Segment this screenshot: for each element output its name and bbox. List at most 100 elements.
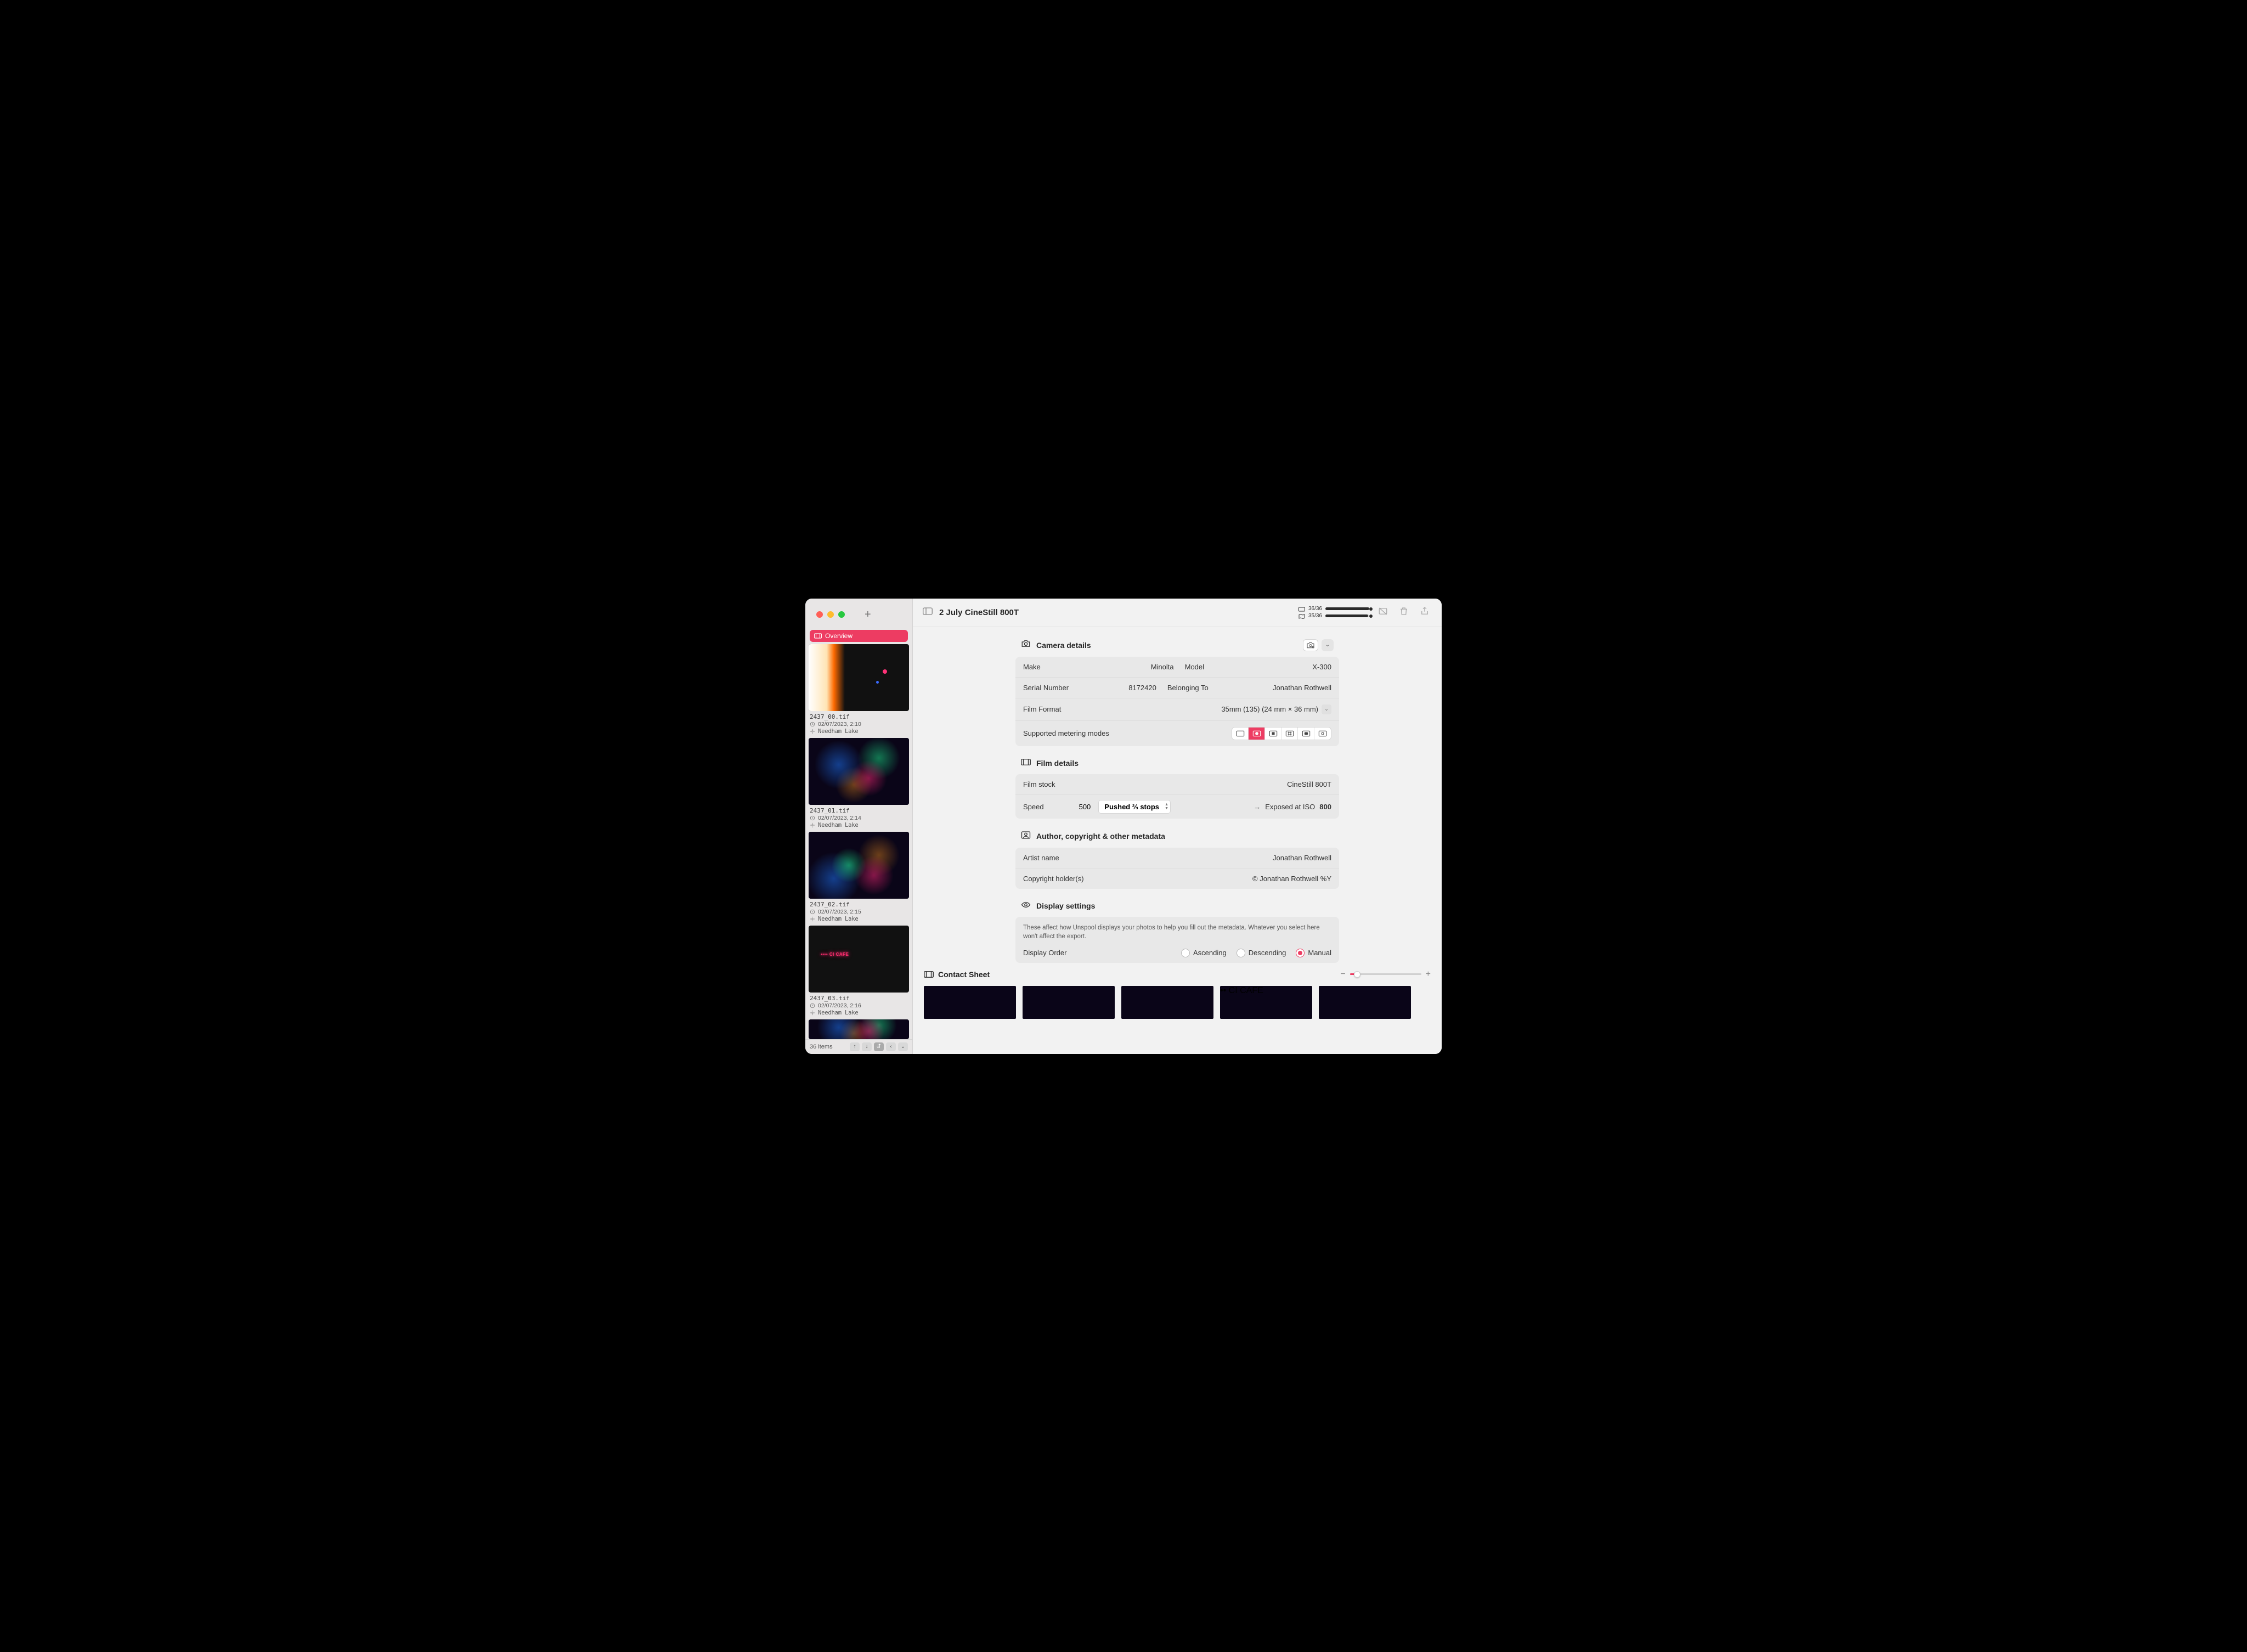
display-order-row: Display Order Ascending Descending xyxy=(1015,943,1339,963)
sidebar-scroll[interactable]: 2437_00.tif 02/07/2023, 2:10 Needham Lak… xyxy=(805,644,912,1039)
display-section-header: Display settings xyxy=(1015,899,1339,917)
photo-card[interactable]: 2437_02.tif 02/07/2023, 2:15 Needham Lak… xyxy=(809,832,909,922)
sort-mode-button[interactable]: ⇵ xyxy=(874,1042,884,1051)
metering-mode-center[interactable] xyxy=(1249,728,1265,740)
push-value: Pushed ⅔ stops xyxy=(1104,803,1159,811)
sidebar-footer: 36 items ↑ ↓ ⇵ ‹ ⌄ xyxy=(805,1039,912,1054)
item-count: 36 items xyxy=(810,1044,833,1050)
display-note: These affect how Unspool displays your p… xyxy=(1015,917,1339,943)
artist-row: Artist name Jonathan Rothwell xyxy=(1015,848,1339,869)
belonging-value: Jonathan Rothwell xyxy=(1273,684,1331,692)
contact-sheet: Contact Sheet − + xyxy=(913,963,1442,1019)
model-value: X-300 xyxy=(1312,663,1331,671)
stepper-icon: ▲▼ xyxy=(1165,803,1168,810)
artist-label: Artist name xyxy=(1023,854,1059,862)
artist-value: Jonathan Rothwell xyxy=(1273,854,1331,862)
close-window-button[interactable] xyxy=(816,611,823,618)
clock-icon xyxy=(810,815,815,821)
photo-filename: 2437_00.tif xyxy=(810,713,908,720)
contact-thumb[interactable] xyxy=(1319,986,1411,1019)
counter-bottom: 35/36 xyxy=(1308,613,1322,619)
format-label: Film Format xyxy=(1023,705,1061,713)
stock-value: CineStill 800T xyxy=(1287,780,1331,788)
metering-mode-none[interactable] xyxy=(1232,728,1249,740)
camera-section-title: Camera details xyxy=(1036,641,1091,650)
chevron-down-icon[interactable]: ⌄ xyxy=(1322,704,1331,714)
main-scroll[interactable]: Camera details ⌄ Make Minolta xyxy=(913,627,1442,1054)
page-title: 2 July CineStill 800T xyxy=(939,608,1019,617)
metering-mode-spot[interactable] xyxy=(1265,728,1281,740)
photo-filename: 2437_03.tif xyxy=(810,995,908,1002)
photo-card[interactable]: 2437_00.tif 02/07/2023, 2:10 Needham Lak… xyxy=(809,644,909,735)
contact-thumb[interactable] xyxy=(924,986,1016,1019)
chevron-left-button[interactable]: ‹ xyxy=(886,1042,896,1051)
sort-down-button[interactable]: ↓ xyxy=(862,1042,872,1051)
toggle-sidebar-button[interactable] xyxy=(923,607,933,618)
photo-meta: 2437_03.tif 02/07/2023, 2:16 Needham Lak… xyxy=(809,993,909,1016)
film-row-speed: Speed 500 Pushed ⅔ stops ▲▼ → Exposed at… xyxy=(1015,795,1339,819)
fullscreen-window-button[interactable] xyxy=(838,611,845,618)
radio-icon xyxy=(1296,949,1305,957)
push-stops-select[interactable]: Pushed ⅔ stops ▲▼ xyxy=(1098,800,1171,814)
film-icon xyxy=(1021,758,1031,769)
chevron-down-button[interactable]: ⌄ xyxy=(898,1042,908,1051)
contact-sheet-thumbs[interactable]: •• CI CAFE xyxy=(924,986,1431,1019)
delete-button[interactable] xyxy=(1397,604,1411,621)
camera-row-format: Film Format 35mm (135) (24 mm × 36 mm) ⌄ xyxy=(1015,698,1339,721)
person-icon xyxy=(1021,831,1031,842)
sort-up-button[interactable]: ↑ xyxy=(850,1042,860,1051)
contact-sheet-title: Contact Sheet xyxy=(938,970,990,979)
add-button[interactable]: + xyxy=(865,608,871,621)
camera-row-serial-owner: Serial Number 8172420 Belonging To Jonat… xyxy=(1015,678,1339,698)
contact-thumb[interactable] xyxy=(1121,986,1213,1019)
metering-mode-matrix[interactable] xyxy=(1281,728,1298,740)
order-ascending[interactable]: Ascending xyxy=(1181,949,1227,957)
eye-icon xyxy=(1021,901,1031,911)
crop-button[interactable] xyxy=(1376,604,1390,621)
contact-thumb[interactable] xyxy=(1023,986,1115,1019)
camera-gear-icon xyxy=(1306,642,1315,649)
camera-dropdown-button[interactable]: ⌄ xyxy=(1322,639,1334,651)
photo-thumbnail xyxy=(809,738,909,805)
serial-value: 8172420 xyxy=(1128,684,1156,692)
metering-mode-partial[interactable] xyxy=(1314,728,1331,740)
contact-thumb[interactable]: •• CI CAFE xyxy=(1220,986,1312,1019)
overview-tab[interactable]: Overview xyxy=(810,630,908,642)
zoom-in-button[interactable]: + xyxy=(1426,969,1431,979)
film-section-title: Film details xyxy=(1036,759,1079,768)
photo-card[interactable]: 2437_01.tif 02/07/2023, 2:14 Needham Lak… xyxy=(809,738,909,828)
metering-mode-evaluative[interactable] xyxy=(1298,728,1314,740)
format-value[interactable]: 35mm (135) (24 mm × 36 mm) xyxy=(1221,705,1318,713)
order-ascending-label: Ascending xyxy=(1193,949,1227,957)
frame-icon xyxy=(1298,606,1305,612)
app-window: + Overview 2437_00.tif 02/07/2023, 2:10 xyxy=(805,599,1442,1054)
filmstrip-icon xyxy=(924,971,934,978)
overview-label: Overview xyxy=(825,632,852,640)
expose-label: Exposed at ISO xyxy=(1265,803,1315,811)
make-value: Minolta xyxy=(1151,663,1174,671)
copyright-row: Copyright holder(s) © Jonathan Rothwell … xyxy=(1015,869,1339,889)
toolbar: 2 July CineStill 800T 36/36 35/36 xyxy=(913,599,1442,627)
order-descending[interactable]: Descending xyxy=(1237,949,1286,957)
expose-derived: → Exposed at ISO 800 xyxy=(1254,803,1331,811)
zoom-out-button[interactable]: − xyxy=(1340,969,1345,979)
camera-settings-button[interactable] xyxy=(1303,639,1318,651)
zoom-slider[interactable] xyxy=(1350,973,1421,975)
sidebar: + Overview 2437_00.tif 02/07/2023, 2:10 xyxy=(805,599,913,1054)
display-panel: These affect how Unspool displays your p… xyxy=(1015,917,1339,963)
photo-filename: 2437_01.tif xyxy=(810,807,908,814)
order-manual[interactable]: Manual xyxy=(1296,949,1331,957)
map-icon xyxy=(1298,613,1305,619)
stock-label: Film stock xyxy=(1023,780,1055,788)
make-label: Make xyxy=(1023,663,1140,671)
photo-card[interactable]: •••• CI CAFE 2437_03.tif 02/07/2023, 2:1… xyxy=(809,926,909,1016)
minimize-window-button[interactable] xyxy=(827,611,834,618)
window-controls: + xyxy=(805,599,912,627)
metering-label: Supported metering modes xyxy=(1023,729,1109,737)
photo-meta: 2437_02.tif 02/07/2023, 2:15 Needham Lak… xyxy=(809,899,909,922)
photo-card[interactable] xyxy=(809,1019,909,1039)
serial-label: Serial Number xyxy=(1023,684,1117,692)
share-button[interactable] xyxy=(1418,604,1432,621)
photo-timestamp: 02/07/2023, 2:15 xyxy=(818,909,861,915)
camera-icon xyxy=(1021,640,1031,650)
